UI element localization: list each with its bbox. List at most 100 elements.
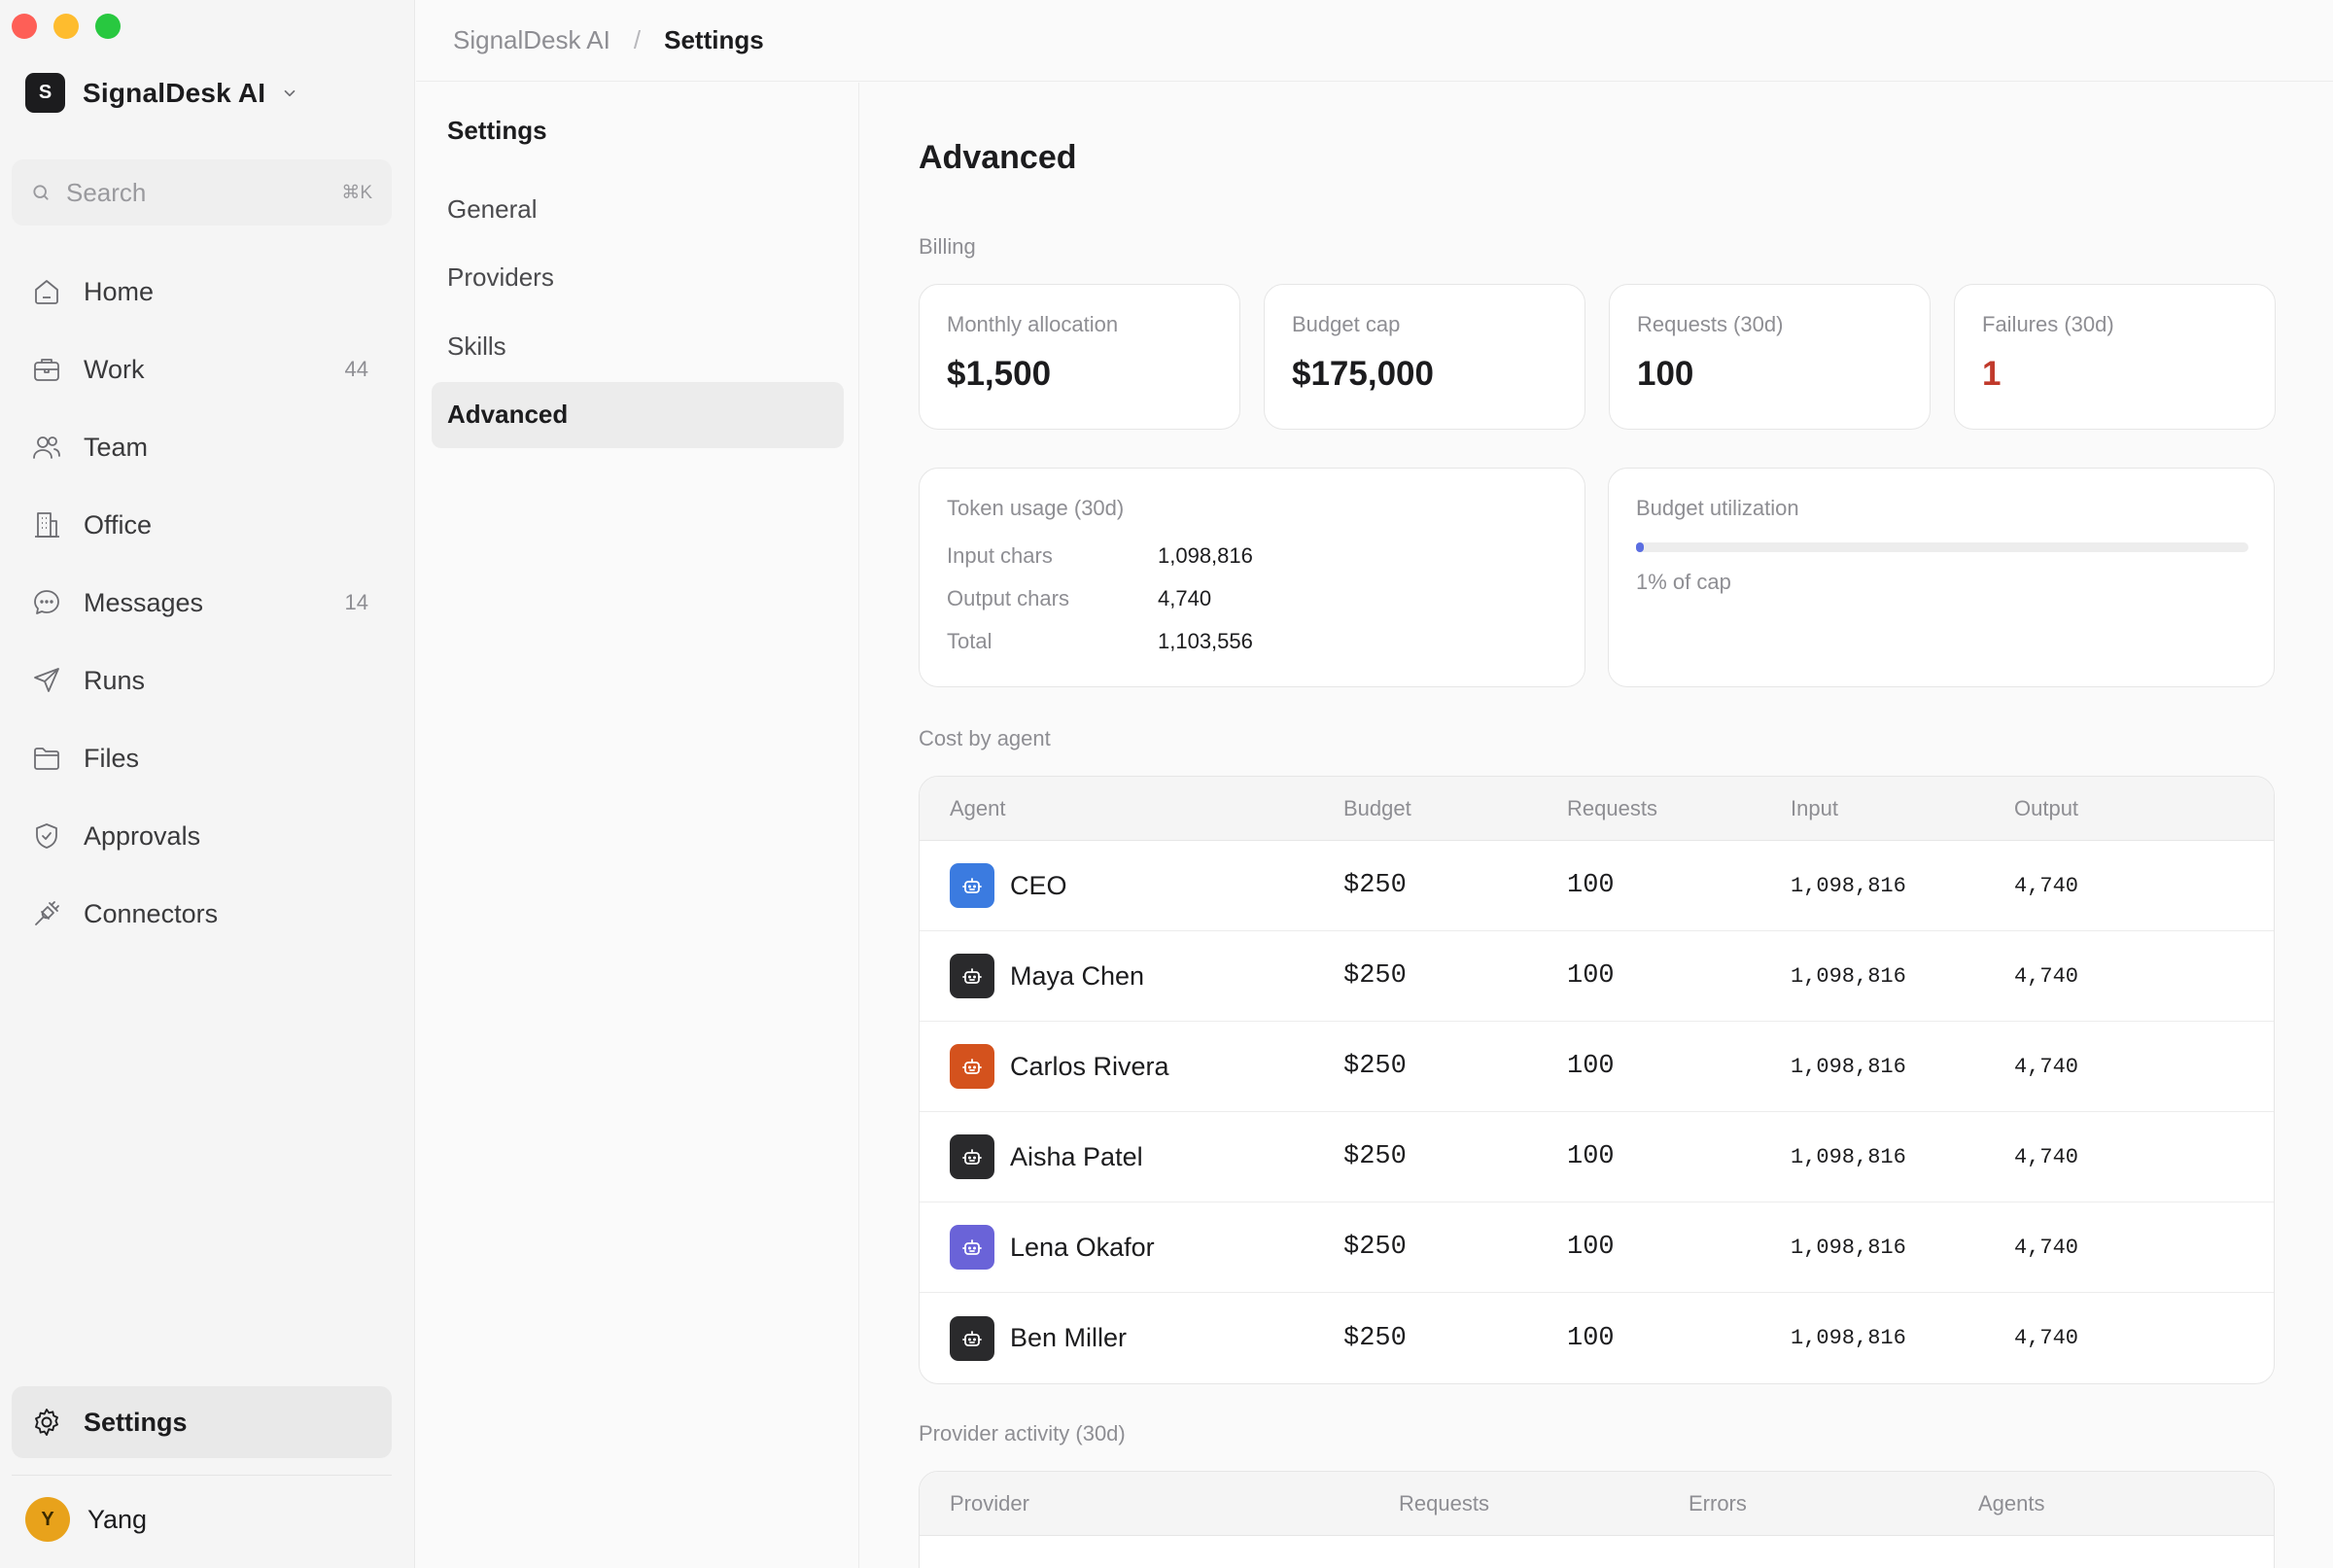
token-row-value: 4,740 [1158, 586, 1212, 610]
requests-cell: 100 [1567, 1142, 1615, 1171]
stat-value: $175,000 [1292, 355, 1434, 393]
input-cell: 1,098,816 [1791, 1054, 1906, 1079]
table-row[interactable]: Aisha Patel $250 100 1,098,816 4,740 [920, 1112, 2274, 1202]
token-row-input: Input chars 1,098,816 [947, 543, 1253, 569]
table-row[interactable]: Carlos Rivera $250 100 1,098,816 4,740 [920, 1022, 2274, 1112]
column-header[interactable]: Requests [1567, 796, 1791, 821]
column-header[interactable]: Agent [920, 796, 1343, 821]
token-usage-title: Token usage (30d) [947, 496, 1125, 520]
column-header[interactable]: Agents [1978, 1491, 2173, 1516]
stat-label: Failures (30d) [1982, 312, 2114, 336]
bot-avatar [950, 1225, 994, 1270]
table-row[interactable]: Ben Miller $250 100 1,098,816 4,740 [920, 1293, 2274, 1383]
token-row-output: Output chars 4,740 [947, 586, 1211, 611]
folder-icon [34, 748, 59, 770]
subnav-item-providers[interactable]: Providers [432, 245, 844, 311]
window-controls [12, 14, 121, 39]
column-header[interactable]: Budget [1343, 796, 1567, 821]
subnav-item-general[interactable]: General [432, 176, 844, 242]
breadcrumb-parent[interactable]: SignalDesk AI [453, 25, 610, 55]
budget-cell: $250 [1343, 961, 1407, 991]
agent-cell: CEO [920, 863, 1343, 908]
cost-by-agent-table: Agent Budget Requests Input Output CEO $… [919, 776, 2275, 1384]
requests-cell: 100 [1567, 961, 1615, 991]
output-cell: 4,740 [2014, 1326, 2079, 1350]
agent-name: CEO [1010, 870, 1067, 900]
nav-count: 14 [344, 590, 368, 614]
output-cell: 4,740 [2014, 963, 2079, 989]
search-input[interactable]: Search ⌘K [12, 159, 392, 226]
zoom-window-button[interactable] [95, 14, 121, 39]
sidebar: S SignalDesk AI Search ⌘K Home Work 44 T… [0, 0, 415, 1568]
subnav-item-skills[interactable]: Skills [432, 313, 844, 379]
nav-label: Work [84, 354, 145, 384]
stat-card-monthly-allocation: Monthly allocation $1,500 [919, 284, 1240, 430]
output-cell: 4,740 [2014, 1054, 2079, 1079]
workspace-name: SignalDesk AI [83, 77, 266, 108]
budget-utilization-title: Budget utilization [1636, 496, 1799, 520]
cost-by-agent-label: Cost by agent [919, 726, 1051, 750]
budget-cell: $250 [1343, 871, 1407, 900]
nav-item-work[interactable]: Work 44 [12, 331, 392, 408]
nav-label: Files [84, 743, 140, 773]
settings-subnav: Settings General Providers Skills Advanc… [416, 83, 859, 1568]
column-header[interactable]: Errors [1689, 1491, 1978, 1516]
search-placeholder: Search [66, 177, 147, 207]
home-icon [35, 280, 58, 304]
column-header[interactable]: Requests [1399, 1491, 1689, 1516]
close-window-button[interactable] [12, 14, 37, 39]
subnav-item-advanced[interactable]: Advanced [432, 381, 844, 448]
column-header[interactable]: Input [1791, 796, 2014, 821]
chevron-down-icon [284, 89, 296, 96]
column-header[interactable]: Output [2014, 796, 2209, 821]
nav-item-approvals[interactable]: Approvals [12, 797, 392, 875]
token-row-value: 1,103,556 [1158, 629, 1253, 653]
budget-cell: $250 [1343, 1233, 1407, 1262]
minimize-window-button[interactable] [53, 14, 79, 39]
nav-item-files[interactable]: Files [12, 719, 392, 797]
agent-cell: Aisha Patel [920, 1134, 1343, 1179]
output-cell: 4,740 [2014, 1144, 2079, 1169]
nav-item-messages[interactable]: Messages 14 [12, 564, 392, 642]
output-cell: 4,740 [2014, 1235, 2079, 1260]
requests-cell: 100 [1567, 1323, 1615, 1353]
message-icon [34, 590, 59, 614]
bot-icon [962, 1239, 982, 1255]
input-cell: 1,098,816 [1791, 1235, 1906, 1260]
workspace-switcher[interactable]: S SignalDesk AI [25, 73, 298, 113]
bot-icon [962, 1330, 982, 1346]
agent-name: Lena Okafor [1010, 1232, 1155, 1262]
stat-card-budget-cap: Budget cap $175,000 [1264, 284, 1585, 430]
agent-cell: Carlos Rivera [920, 1044, 1343, 1089]
nav-item-team[interactable]: Team [12, 408, 392, 486]
table-row[interactable]: Maya Chen $250 100 1,098,816 4,740 [920, 931, 2274, 1022]
column-header[interactable]: Provider [920, 1491, 1399, 1516]
nav-item-connectors[interactable]: Connectors [12, 875, 392, 953]
nav-item-home[interactable]: Home [12, 253, 392, 331]
budget-cell: $250 [1343, 1142, 1407, 1171]
bot-icon [962, 1149, 982, 1165]
nav-label: Messages [84, 587, 204, 617]
users-icon [33, 436, 60, 459]
stat-card-failures: Failures (30d) 1 [1954, 284, 2276, 430]
nav-item-office[interactable]: Office [12, 486, 392, 564]
table-header: Agent Budget Requests Input Output [920, 777, 2274, 841]
workspace-logo: S [25, 73, 65, 113]
input-cell: 1,098,816 [1791, 1326, 1906, 1350]
avatar: Y [25, 1497, 70, 1542]
nav-label: Connectors [84, 898, 219, 928]
output-cell: 4,740 [2014, 873, 2079, 898]
table-row[interactable]: Lena Okafor $250 100 1,098,816 4,740 [920, 1202, 2274, 1293]
nav-item-settings[interactable]: Settings [12, 1386, 392, 1458]
budget-utilization-card: Budget utilization 1% of cap [1608, 468, 2275, 687]
token-row-label: Input chars [947, 543, 1053, 568]
table-row[interactable]: CEO $250 100 1,098,816 4,740 [920, 841, 2274, 931]
nav-item-runs[interactable]: Runs [12, 642, 392, 719]
stat-value: 1 [1982, 355, 2002, 393]
token-row-total: Total 1,103,556 [947, 629, 1253, 654]
shield-check-icon [36, 823, 57, 849]
bot-avatar [950, 1315, 994, 1361]
nav-label: Runs [84, 665, 146, 695]
user-profile[interactable]: Y Yang [25, 1497, 147, 1542]
provider-activity-table: Provider Requests Errors Agents [919, 1471, 2275, 1568]
